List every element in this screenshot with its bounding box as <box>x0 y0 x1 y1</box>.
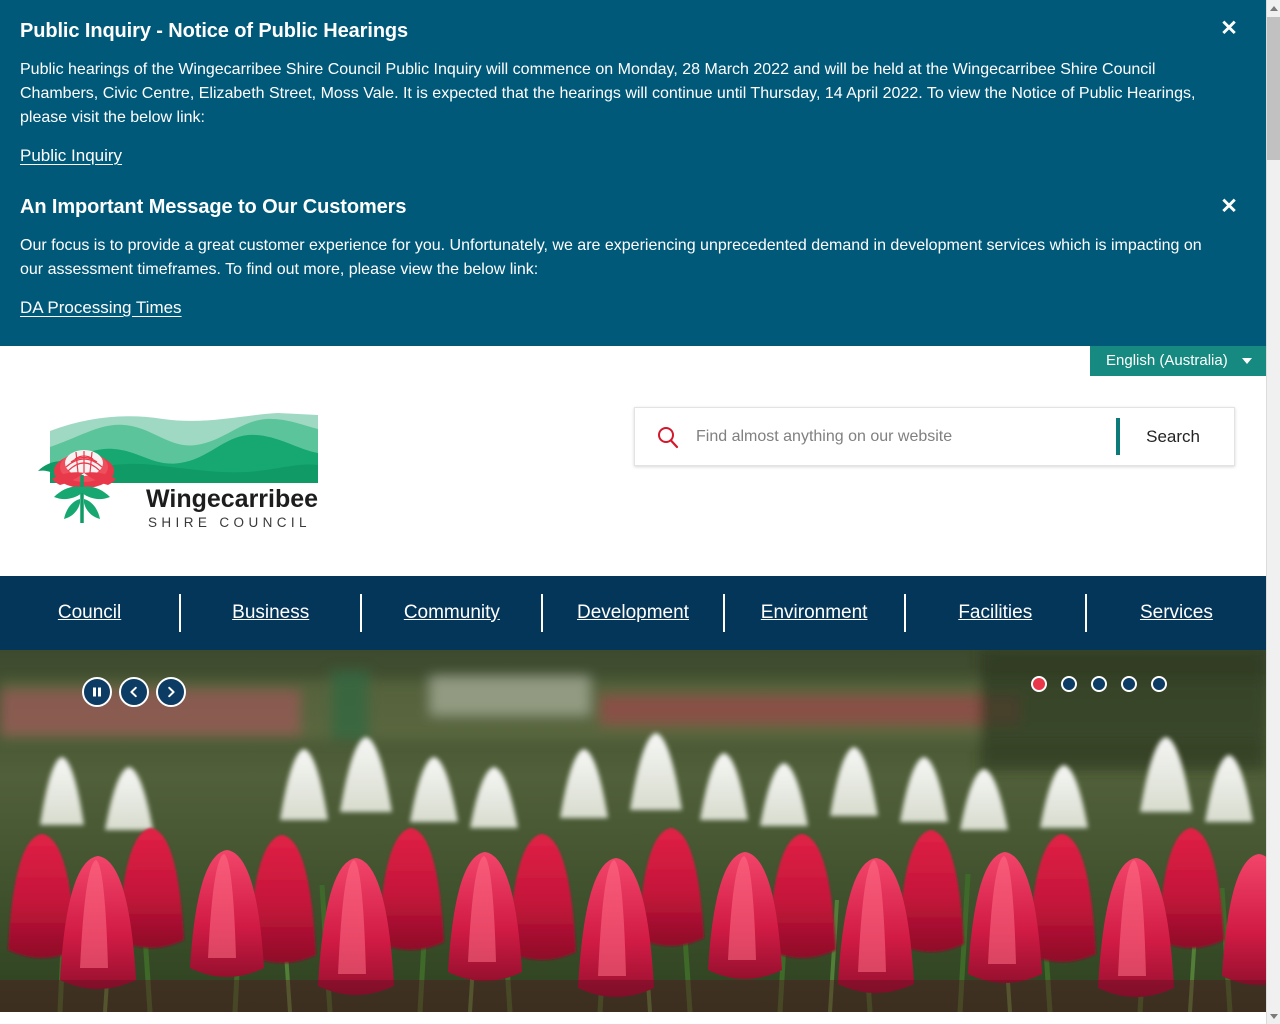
page-root: Public Inquiry - Notice of Public Hearin… <box>0 0 1280 1024</box>
language-selector-label: English (Australia) <box>1106 346 1228 376</box>
language-selector[interactable]: English (Australia) <box>1090 346 1266 376</box>
chevron-left-icon[interactable] <box>119 677 149 707</box>
search-region: Search <box>634 407 1235 466</box>
alert-link-public-inquiry[interactable]: Public Inquiry <box>20 144 122 168</box>
nav-item-environment[interactable]: Environment <box>725 576 904 650</box>
search-input[interactable] <box>694 417 1116 457</box>
alert-link-da-processing-times[interactable]: DA Processing Times <box>20 296 182 320</box>
scrollbar-thumb[interactable] <box>1267 17 1280 160</box>
browser-viewport: Public Inquiry - Notice of Public Hearin… <box>0 0 1266 1024</box>
nav-item-business[interactable]: Business <box>181 576 360 650</box>
nav-item-council[interactable]: Council <box>0 576 179 650</box>
carousel-dot-2[interactable] <box>1061 676 1077 692</box>
search-divider <box>1116 418 1120 455</box>
logo-waratah-icon <box>38 450 116 523</box>
language-bar: English (Australia) <box>0 346 1266 379</box>
alert-banner-region: Public Inquiry - Notice of Public Hearin… <box>0 0 1266 346</box>
alert-body: Our focus is to provide a great customer… <box>20 234 1206 282</box>
logo-subtitle: SHIRE COUNCIL <box>148 515 311 530</box>
close-icon[interactable]: ✕ <box>1216 16 1242 42</box>
alert-banner-customer-message: An Important Message to Our Customers Ou… <box>0 178 1266 346</box>
nav-item-community[interactable]: Community <box>362 576 541 650</box>
chevron-down-icon <box>1242 358 1252 364</box>
alert-banner-public-inquiry: Public Inquiry - Notice of Public Hearin… <box>0 0 1266 178</box>
main-navigation: Council Business Community Development E… <box>0 576 1266 650</box>
carousel-slide-image <box>0 650 1266 1012</box>
pause-icon[interactable] <box>82 677 112 707</box>
close-icon[interactable]: ✕ <box>1216 194 1242 220</box>
nav-item-services[interactable]: Services <box>1087 576 1266 650</box>
search-box: Search <box>634 407 1235 466</box>
carousel-indicators <box>1031 676 1167 692</box>
site-logo[interactable]: Wingecarribee SHIRE COUNCIL <box>28 401 320 533</box>
hero-carousel <box>0 650 1266 1012</box>
triangle-up-icon[interactable] <box>1267 0 1280 16</box>
chevron-right-icon[interactable] <box>156 677 186 707</box>
nav-item-development[interactable]: Development <box>543 576 722 650</box>
site-header: Wingecarribee SHIRE COUNCIL Search <box>0 379 1266 576</box>
carousel-dot-3[interactable] <box>1091 676 1107 692</box>
alert-body: Public hearings of the Wingecarribee Shi… <box>20 58 1206 130</box>
logo-wordmark: Wingecarribee <box>146 485 318 513</box>
carousel-dot-4[interactable] <box>1121 676 1137 692</box>
page-scrollbar[interactable] <box>1266 0 1280 1024</box>
alert-title: An Important Message to Our Customers <box>20 194 1206 220</box>
carousel-dot-5[interactable] <box>1151 676 1167 692</box>
nav-item-facilities[interactable]: Facilities <box>906 576 1085 650</box>
alert-title: Public Inquiry - Notice of Public Hearin… <box>20 18 1206 44</box>
search-icon <box>656 425 680 449</box>
search-button[interactable]: Search <box>1146 408 1234 465</box>
carousel-dot-1[interactable] <box>1031 676 1047 692</box>
carousel-controls <box>82 677 186 707</box>
triangle-down-icon[interactable] <box>1267 1008 1280 1024</box>
